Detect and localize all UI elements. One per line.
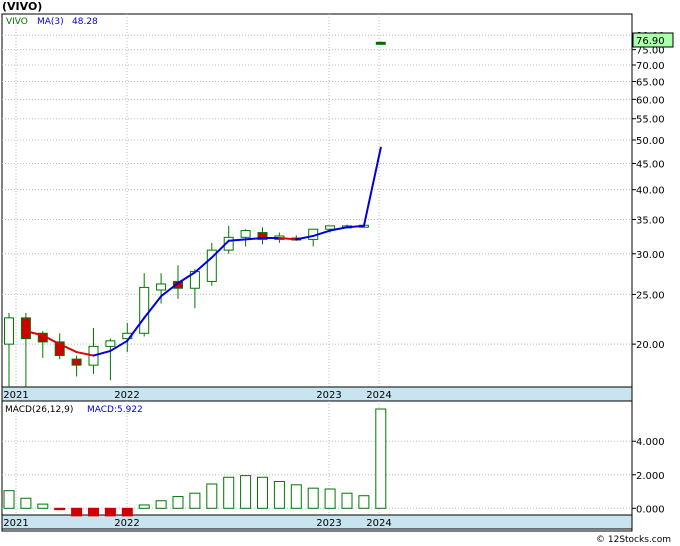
price-y-tick-label: 55.00: [636, 115, 665, 126]
price-y-tick-label: 65.00: [636, 78, 665, 89]
legend-symbol: VIVO: [6, 17, 28, 27]
legend-ma-value: 48.28: [72, 17, 98, 27]
macd-bar: [324, 488, 336, 509]
macd-bar: [3, 490, 15, 509]
price-y-tick-label: 25.00: [636, 290, 665, 301]
watermark: © 12Stocks.com: [596, 535, 671, 545]
macd-bar: [240, 475, 252, 509]
price-x-tick-label: 2023: [316, 390, 341, 401]
macd-y-tick-label: 0.000: [636, 504, 665, 515]
macd-y-tick-label: 4.000: [636, 437, 665, 448]
macd-bar: [88, 507, 99, 517]
candle-body: [20, 317, 31, 340]
candle-body: [375, 41, 386, 45]
price-x-tick-label: 2021: [3, 390, 28, 401]
chart-title: (VIVO): [2, 0, 42, 13]
macd-y-tick-label: 2.000: [636, 471, 665, 482]
macd-bar: [20, 497, 32, 509]
macd-bar: [358, 495, 370, 509]
price-y-tick-label: 30.00: [636, 250, 665, 261]
macd-bar: [257, 476, 268, 509]
ma-segment: [227, 238, 247, 242]
price-y-tick-label: 45.00: [636, 159, 665, 170]
price-y-tick-label: 70.00: [636, 61, 665, 72]
macd-x-tick-label: 2024: [366, 518, 391, 529]
macd-bar: [189, 492, 201, 509]
macd-x-tick-label: 2023: [316, 518, 341, 529]
macd-bar: [104, 507, 116, 517]
macd-y-axis: 0.000 2.000 4.000: [632, 437, 665, 515]
price-y-tick-label: 35.00: [636, 215, 665, 226]
macd-bar: [206, 483, 218, 509]
legend-ma-label: MA(3): [37, 17, 64, 27]
macd-bar: [121, 507, 133, 517]
macd-bar: [138, 504, 150, 509]
macd-bar: [155, 500, 167, 509]
macd-legend-params: MACD(26,12,9): [5, 405, 73, 415]
macd-bar: [341, 492, 353, 509]
macd-bar: [290, 484, 302, 509]
price-x-tick-label: 2022: [114, 390, 139, 401]
ma-segment: [278, 237, 298, 241]
ma-segment: [346, 224, 365, 229]
macd-x-tick-label: 2021: [3, 518, 28, 529]
macd-bar: [71, 507, 83, 517]
candle: [375, 41, 386, 45]
macd-bar: [375, 408, 387, 509]
last-price-label: 76.90: [636, 36, 665, 47]
candle-body: [240, 230, 251, 238]
price-y-tick-label: 40.00: [636, 186, 665, 197]
candle-body: [4, 317, 14, 345]
candle-body: [325, 225, 336, 230]
macd-x-tick-label: 2022: [114, 518, 139, 529]
price-x-tick-label: 2024: [366, 390, 391, 401]
macd-legend-value: MACD:5.922: [87, 405, 143, 415]
price-y-tick-label: 20.00: [636, 340, 665, 351]
macd-bar: [172, 496, 184, 509]
macd-bar: [307, 487, 319, 509]
candle-body: [71, 358, 82, 366]
macd-bar: [37, 503, 49, 509]
candle-body: [139, 286, 150, 334]
ma-segment: [244, 237, 264, 241]
macd-bar: [54, 507, 66, 511]
stock-chart: 20.00 25.00 30.00 35.00 40.00 45.00 50.00 55.00…: [1, 0, 674, 545]
price-y-tick-label: 60.00: [636, 95, 665, 106]
price-y-tick-label: 50.00: [636, 136, 665, 147]
price-panel: [1, 13, 633, 402]
macd-bar: [273, 480, 285, 509]
candle-body: [105, 340, 116, 347]
candle-body: [156, 283, 167, 291]
price-y-axis: 20.00 25.00 30.00 35.00 40.00 45.00 50.00 55.00…: [632, 31, 665, 351]
macd-bar: [223, 476, 235, 509]
